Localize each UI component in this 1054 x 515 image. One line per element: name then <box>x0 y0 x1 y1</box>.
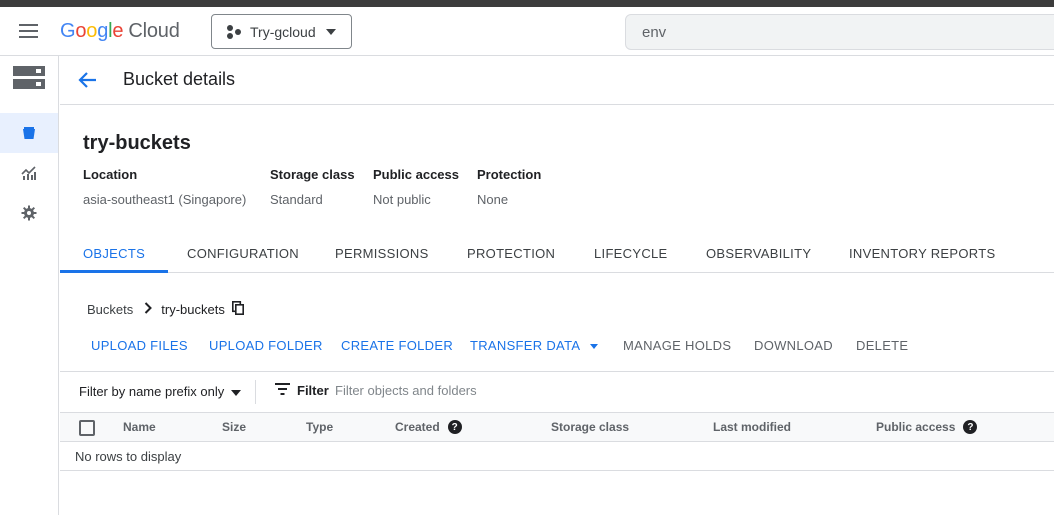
column-header-created[interactable]: Created? <box>395 420 462 434</box>
select-all-checkbox[interactable] <box>79 420 95 436</box>
page-title: Bucket details <box>123 69 236 89</box>
table-empty-row: No rows to display <box>60 442 1054 471</box>
filter-mode-label: Filter by name prefix only <box>79 384 225 399</box>
filter-button[interactable]: Filter <box>275 383 329 398</box>
back-arrow-icon[interactable] <box>78 70 98 90</box>
menu-icon[interactable] <box>19 24 38 38</box>
project-selector[interactable]: Try-gcloud <box>211 14 352 49</box>
tab-permissions[interactable]: PERMISSIONS <box>335 236 429 273</box>
column-header-name[interactable]: Name <box>123 420 156 434</box>
storage-product-icon[interactable] <box>0 58 58 98</box>
search-input[interactable]: env <box>625 14 1054 50</box>
help-icon[interactable]: ? <box>447 420 462 434</box>
bucket-tabs: OBJECTS CONFIGURATION PERMISSIONS PROTEC… <box>60 236 1054 273</box>
meta-value: Standard <box>270 192 323 207</box>
buckets-nav-icon[interactable] <box>0 113 58 153</box>
divider <box>255 380 256 404</box>
tab-lifecycle[interactable]: LIFECYCLE <box>594 236 668 273</box>
create-folder-button[interactable]: CREATE FOLDER <box>341 338 453 353</box>
filter-bar: Filter by name prefix only Filter <box>60 371 1054 412</box>
chevron-right-icon <box>144 301 153 317</box>
project-name: Try-gcloud <box>250 23 316 40</box>
breadcrumb-current: try-buckets <box>161 301 225 317</box>
meta-public-access: Public access Not public <box>373 167 459 207</box>
transfer-data-label: TRANSFER DATA <box>470 338 581 353</box>
filter-icon <box>275 383 290 398</box>
google-cloud-logo[interactable]: Google Cloud <box>60 20 180 43</box>
meta-label: Protection <box>477 167 542 182</box>
empty-message: No rows to display <box>75 449 182 464</box>
table-header: Name Size Type Created? Storage class La… <box>60 412 1054 442</box>
meta-value: Not public <box>373 192 431 207</box>
upload-files-button[interactable]: UPLOAD FILES <box>91 338 188 353</box>
caret-down-icon <box>590 344 599 350</box>
chevron-down-icon <box>325 28 336 35</box>
meta-label: Storage class <box>270 167 355 182</box>
meta-storage-class: Storage class Standard <box>270 167 355 207</box>
filter-label: Filter <box>297 383 329 398</box>
filter-objects-input[interactable] <box>335 383 635 398</box>
page-header: Bucket details <box>60 56 1054 105</box>
bucket-name: try-buckets <box>83 132 191 154</box>
breadcrumb-buckets-link[interactable]: Buckets <box>87 302 133 317</box>
column-header-last-modified[interactable]: Last modified <box>713 420 791 434</box>
filter-mode-dropdown[interactable]: Filter by name prefix only <box>79 384 242 399</box>
meta-protection: Protection None <box>477 167 541 207</box>
copy-icon[interactable] <box>231 300 244 318</box>
manage-holds-button[interactable]: MANAGE HOLDS <box>623 338 731 353</box>
monitoring-nav-icon[interactable] <box>0 153 58 193</box>
upload-folder-button[interactable]: UPLOAD FOLDER <box>209 338 323 353</box>
column-header-storage-class[interactable]: Storage class <box>551 420 629 434</box>
tab-observability[interactable]: OBSERVABILITY <box>706 236 811 273</box>
tab-protection[interactable]: PROTECTION <box>467 236 555 273</box>
help-icon[interactable]: ? <box>963 420 978 434</box>
settings-gear-icon[interactable] <box>0 193 58 233</box>
tab-inventory-reports[interactable]: INVENTORY REPORTS <box>849 236 995 273</box>
column-header-size[interactable]: Size <box>222 420 246 434</box>
project-icon <box>226 24 242 40</box>
transfer-data-button[interactable]: TRANSFER DATA <box>470 338 599 353</box>
column-header-type[interactable]: Type <box>306 420 333 434</box>
meta-label: Public access <box>373 167 459 182</box>
meta-label: Location <box>83 167 138 182</box>
meta-location: Location asia-southeast1 (Singapore) <box>83 167 246 207</box>
search-value: env <box>642 23 667 41</box>
tab-objects[interactable]: OBJECTS <box>60 236 169 273</box>
product-rail <box>0 56 59 515</box>
download-button[interactable]: DOWNLOAD <box>754 338 833 353</box>
breadcrumb: Buckets try-buckets <box>87 299 244 319</box>
top-header: Google Cloud Try-gcloud env <box>0 7 1054 56</box>
meta-value: None <box>477 192 509 207</box>
meta-value: asia-southeast1 (Singapore) <box>83 192 247 207</box>
caret-down-icon <box>231 389 242 396</box>
column-header-public-access[interactable]: Public access? <box>876 420 978 434</box>
browser-top-strip <box>0 0 1054 7</box>
delete-button[interactable]: DELETE <box>856 338 908 353</box>
tab-configuration[interactable]: CONFIGURATION <box>187 236 299 273</box>
